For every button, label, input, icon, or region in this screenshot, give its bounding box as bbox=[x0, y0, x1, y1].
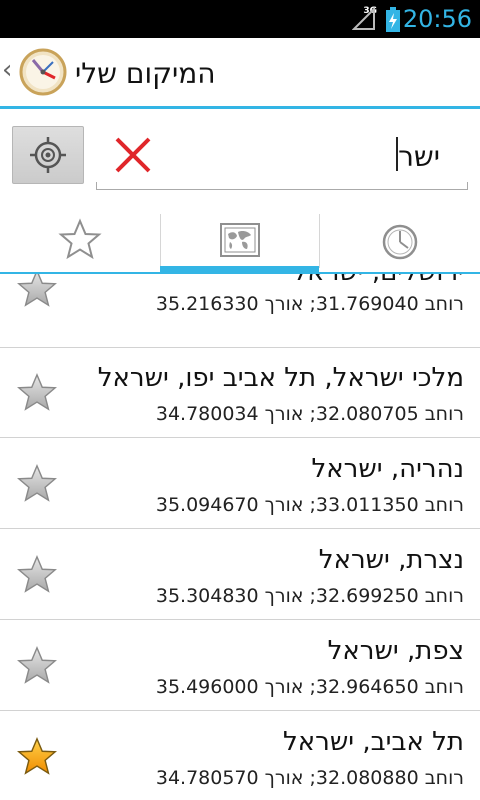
place-name: נהריה, ישראל bbox=[311, 454, 464, 484]
selected-tab-indicator bbox=[160, 266, 319, 274]
star-icon[interactable] bbox=[16, 372, 58, 414]
tab-bar bbox=[0, 210, 480, 274]
gps-target-icon bbox=[30, 137, 66, 173]
star-icon[interactable] bbox=[16, 274, 58, 310]
results-list: ירושלים, ישראל רוחב 31.769040; אורך 35.2… bbox=[0, 274, 480, 800]
clock-time: 20:56 bbox=[402, 5, 472, 33]
place-name: צפת, ישראל bbox=[327, 636, 464, 666]
map-icon bbox=[220, 223, 260, 257]
place-coordinates: רוחב 32.699250; אורך 35.304830 bbox=[155, 585, 464, 607]
row-divider bbox=[0, 528, 480, 529]
row-divider bbox=[0, 437, 480, 438]
place-coordinates: רוחב 32.080880; אורך 34.780570 bbox=[155, 767, 464, 789]
place-name: ירושלים, ישראל bbox=[64, 274, 464, 288]
place-coordinates: רוחב 32.080705; אורך 34.780034 bbox=[155, 403, 464, 425]
star-outline-icon bbox=[58, 218, 102, 260]
tab-favorites[interactable] bbox=[0, 210, 160, 272]
place-coordinates: רוחב 31.769040; אורך 35.216330 bbox=[155, 293, 464, 315]
text-caret bbox=[396, 137, 398, 171]
status-bar: 3G 20:56 bbox=[0, 0, 480, 38]
tab-map[interactable] bbox=[160, 210, 320, 272]
place-name: תל אביב, ישראל bbox=[283, 727, 464, 757]
page-title: המיקום שלי bbox=[75, 57, 216, 90]
chevron-left-icon[interactable]: ‹ bbox=[2, 55, 12, 85]
field-corner-left bbox=[96, 182, 97, 190]
row-divider bbox=[0, 710, 480, 711]
star-filled-icon[interactable] bbox=[16, 736, 58, 778]
action-bar-divider bbox=[0, 106, 480, 109]
clock-icon bbox=[382, 224, 418, 260]
locate-button[interactable] bbox=[12, 126, 84, 184]
place-coordinates: רוחב 32.964650; אורך 35.496000 bbox=[155, 676, 464, 698]
place-name: מלכי ישראל, תל אביב יפו, ישראל bbox=[97, 363, 464, 393]
tab-history[interactable] bbox=[320, 210, 480, 272]
list-item[interactable]: צפת, ישראל רוחב 32.964650; אורך 35.49600… bbox=[0, 621, 480, 711]
row-divider bbox=[0, 619, 480, 620]
list-item[interactable]: תל אביב, ישראל רוחב 32.080880; אורך 34.7… bbox=[0, 712, 480, 800]
battery-charging-icon bbox=[386, 7, 400, 32]
search-input[interactable] bbox=[170, 136, 440, 176]
list-item[interactable]: מלכי ישראל, תל אביב יפו, ישראל רוחב 32.0… bbox=[0, 348, 480, 438]
compass-logo-icon[interactable] bbox=[19, 48, 67, 96]
star-icon[interactable] bbox=[16, 463, 58, 505]
place-name: נצרת, ישראל bbox=[318, 545, 464, 575]
signal-icon bbox=[352, 7, 375, 30]
star-icon[interactable] bbox=[16, 554, 58, 596]
place-coordinates: רוחב 33.011350; אורך 35.094670 bbox=[155, 494, 464, 516]
list-item[interactable]: נהריה, ישראל רוחב 33.011350; אורך 35.094… bbox=[0, 439, 480, 529]
star-icon[interactable] bbox=[16, 645, 58, 687]
list-item[interactable]: ירושלים, ישראל רוחב 31.769040; אורך 35.2… bbox=[0, 274, 480, 348]
list-item[interactable]: נצרת, ישראל רוחב 32.699250; אורך 35.3048… bbox=[0, 530, 480, 620]
close-icon[interactable] bbox=[114, 136, 152, 174]
field-corner-right bbox=[467, 182, 468, 190]
